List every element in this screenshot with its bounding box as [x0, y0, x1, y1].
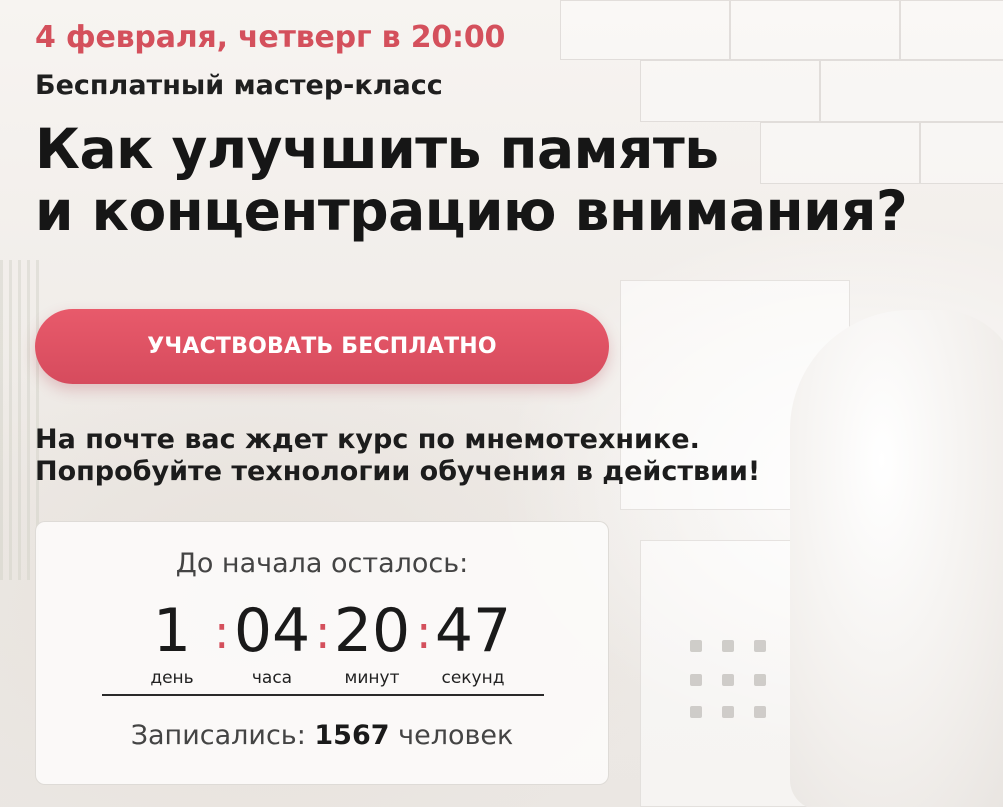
background-dot [754, 640, 766, 652]
page-title: Как улучшить память и концентрацию внима… [35, 117, 908, 243]
info-text: На почте вас ждет курс по мнемотехнике. … [35, 424, 760, 488]
countdown-days-value: 1 [152, 596, 192, 666]
signed-up-suffix: человек [398, 720, 514, 751]
countdown-hours-value: 04 [233, 596, 311, 666]
background-dot [690, 674, 702, 686]
background-brick [820, 60, 1003, 122]
headline-line-1: Как улучшить память [35, 117, 719, 181]
signed-up-counter: Записались: 1567 человек [36, 720, 608, 751]
background-brick [920, 122, 1003, 184]
background-dot [722, 674, 734, 686]
background-dot [722, 706, 734, 718]
background-sofa [790, 310, 1003, 807]
event-subtitle: Бесплатный мастер-класс [35, 70, 443, 101]
countdown-title: До начала осталось: [175, 548, 469, 579]
countdown-row: 1 день : 04 часа : 20 минут : 47 секунд [36, 598, 608, 688]
background-dot [690, 640, 702, 652]
signed-up-prefix: Записались: [130, 720, 306, 751]
countdown-seconds: 47 секунд [423, 598, 523, 688]
countdown-card: До начала осталось: 1 день : 04 часа : 2… [35, 521, 609, 785]
background-dot [690, 706, 702, 718]
countdown-divider [102, 694, 544, 696]
info-line-1: На почте вас ждет курс по мнемотехнике. [35, 424, 700, 455]
countdown-hours-label: часа [251, 668, 293, 688]
countdown-days-label: день [150, 668, 194, 688]
info-line-2: Попробуйте технологии обучения в действи… [35, 456, 761, 487]
background-dot [722, 640, 734, 652]
background-brick [560, 0, 730, 60]
background-dot [754, 706, 766, 718]
countdown-days: 1 день [122, 598, 222, 688]
background-brick [640, 60, 820, 122]
countdown-seconds-value: 47 [434, 596, 512, 666]
countdown-hours: 04 часа [222, 598, 322, 688]
signed-up-count: 1567 [314, 720, 390, 751]
background-plant [0, 260, 40, 580]
countdown-minutes-value: 20 [333, 596, 411, 666]
background-brick [730, 0, 900, 60]
countdown-minutes: 20 минут [322, 598, 422, 688]
event-date: 4 февраля, четверг в 20:00 [35, 20, 506, 55]
countdown-minutes-label: минут [344, 668, 400, 688]
countdown-seconds-label: секунд [441, 668, 505, 688]
background-brick [900, 0, 1003, 60]
headline-line-2: и концентрацию внимания? [35, 179, 908, 243]
background-dot [754, 674, 766, 686]
participate-free-button[interactable]: УЧАСТВОВАТЬ БЕСПЛАТНО [35, 309, 609, 384]
